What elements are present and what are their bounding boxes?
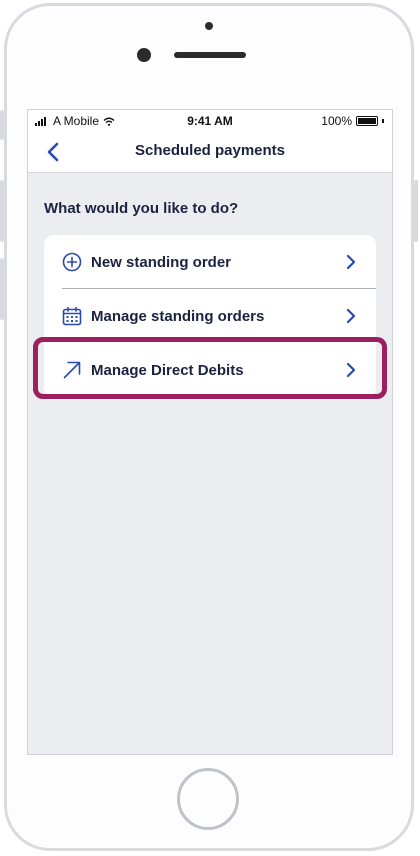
power-button: [414, 180, 418, 242]
volume-down-button: [0, 258, 4, 320]
chevron-right-icon: [344, 254, 358, 270]
mute-switch: [0, 110, 4, 140]
chevron-right-icon: [344, 308, 358, 324]
battery-tip: [382, 119, 384, 123]
navigation-bar: Scheduled payments: [28, 130, 392, 173]
new-standing-order-option[interactable]: New standing order: [44, 235, 376, 289]
highlight-box: [33, 337, 387, 399]
page-title: Scheduled payments: [134, 142, 286, 159]
manage-standing-orders-option[interactable]: Manage standing orders: [44, 289, 376, 343]
option-label: Manage standing orders: [91, 307, 265, 325]
question-heading: What would you like to do?: [44, 200, 239, 217]
phone-screen: A Mobile 9:41 AM 100% Scheduled payments…: [27, 109, 393, 755]
option-label: New standing order: [91, 253, 232, 271]
front-camera: [205, 22, 213, 30]
battery-icon: [356, 116, 378, 126]
battery-percentage: 100%: [321, 114, 352, 128]
earpiece-speaker: [174, 52, 246, 58]
home-button[interactable]: [177, 768, 239, 830]
plus-circle-icon: [62, 252, 82, 272]
proximity-sensor: [137, 48, 151, 62]
calendar-icon: [62, 306, 82, 326]
status-right: 100%: [321, 114, 384, 128]
volume-up-button: [0, 180, 4, 242]
status-bar: A Mobile 9:41 AM 100%: [28, 110, 392, 130]
